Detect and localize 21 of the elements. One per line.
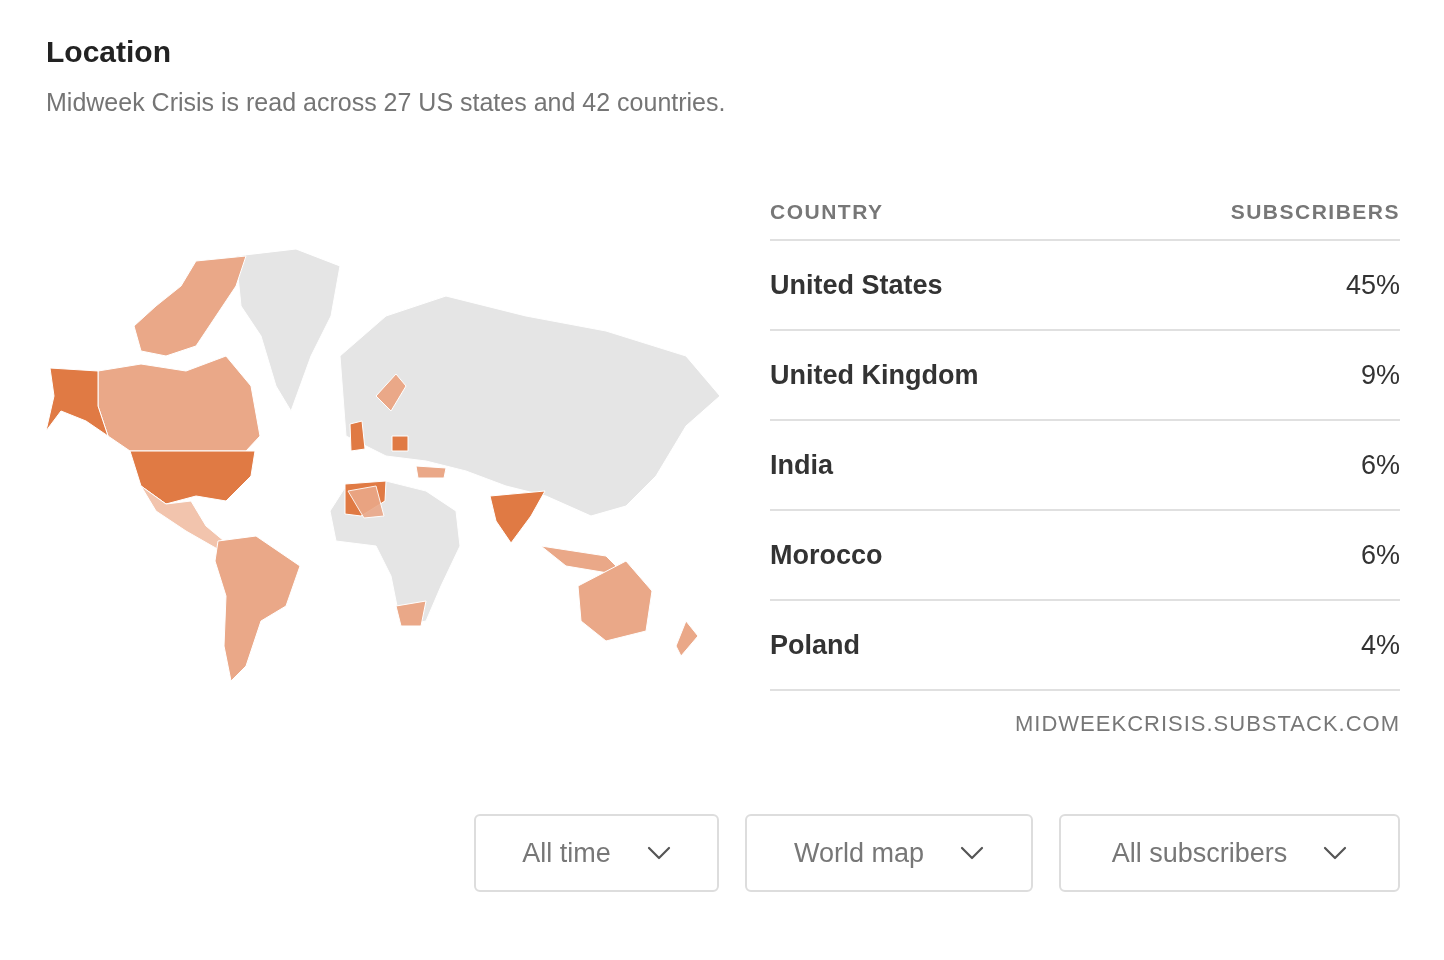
subscriber-share: 45% <box>1345 268 1400 302</box>
chevron-down-icon <box>1323 846 1348 860</box>
filter-dropdown[interactable]: All subscribers <box>1059 814 1400 892</box>
country-name: Poland <box>770 628 860 662</box>
column-header: SUBSCRIBERS <box>1230 199 1400 225</box>
chevron-down-icon <box>646 846 671 860</box>
filter-dropdown[interactable]: All time <box>474 814 719 892</box>
chevron-down-icon <box>960 846 984 860</box>
filter-dropdown[interactable]: World map <box>745 814 1033 892</box>
subscriber-share: 6% <box>1360 538 1400 572</box>
country-name: United States <box>770 268 943 302</box>
subscriber-share: 6% <box>1360 448 1400 482</box>
country-name: United Kingdom <box>770 358 979 392</box>
source-label: MIDWEEKCRISIS.SUBSTACK.COM <box>1015 710 1400 738</box>
section-subtitle: Midweek Crisis is read across 27 US states and 42 countries. <box>46 87 727 118</box>
subscriber-share: 4% <box>1360 628 1400 662</box>
column-header: COUNTRY <box>770 199 884 225</box>
section-title: Location <box>46 34 172 70</box>
country-name: Morocco <box>770 538 883 572</box>
subscriber-share: 9% <box>1360 358 1400 392</box>
country-name: India <box>770 448 833 482</box>
